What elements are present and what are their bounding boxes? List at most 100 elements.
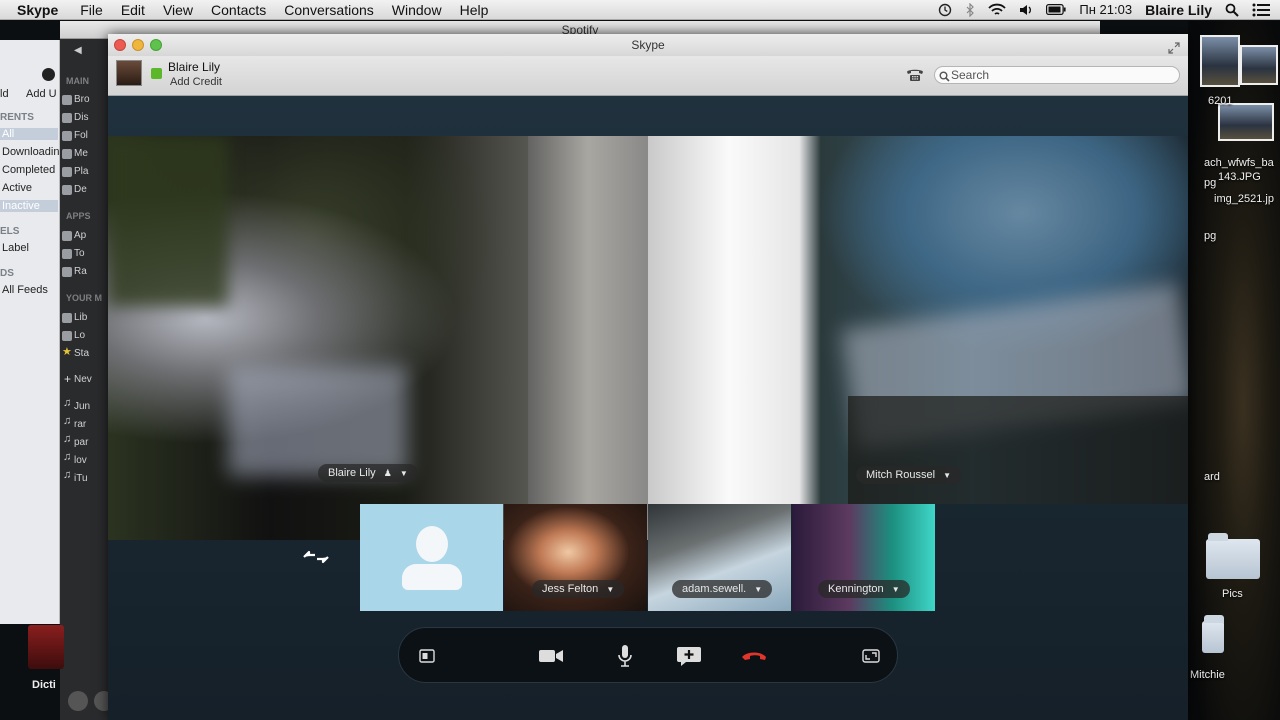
participant-name-tag[interactable]: Mitch Roussel ▼ (856, 466, 962, 484)
skype-window-title: Skype (631, 38, 665, 52)
spotify-nav-item[interactable]: To (74, 248, 85, 259)
spotify-nav-icon (62, 131, 72, 141)
participant-tile-no-video[interactable] (360, 504, 503, 611)
spotify-nav-item[interactable]: Dis (74, 112, 88, 123)
participant-tile-kennington[interactable]: Kennington ▼ (792, 504, 935, 611)
spotify-playlist-item[interactable]: lov (74, 455, 87, 466)
menu-help[interactable]: Help (451, 2, 498, 18)
zoom-window-button[interactable] (150, 39, 162, 51)
add-to-call-button[interactable] (675, 642, 703, 670)
spotlight-search-icon[interactable] (1225, 3, 1239, 17)
dictionary-app[interactable]: Dicti (28, 625, 64, 691)
torrent-feeds-item[interactable]: All Feeds (2, 284, 48, 296)
participant-name: Jess Felton (542, 583, 599, 595)
desktop-folder-icon[interactable] (1206, 533, 1260, 579)
desktop-folder-label[interactable]: Pics (1222, 588, 1243, 600)
microphone-toggle-button[interactable] (611, 642, 639, 670)
participant-name-tag[interactable]: Jess Felton ▼ (532, 580, 625, 598)
torrent-toolbar-item[interactable]: Add U (26, 88, 57, 100)
participant-tile-adam[interactable]: adam.sewell. ▼ (648, 504, 791, 611)
spotify-nav-item[interactable]: Ra (74, 266, 87, 277)
torrent-filter-downloading[interactable]: Downloading (2, 146, 66, 158)
profile-name[interactable]: Blaire Lily (168, 60, 220, 74)
menu-window[interactable]: Window (383, 2, 451, 18)
torrent-filter-active[interactable]: Active (2, 182, 32, 194)
time-machine-icon[interactable] (938, 3, 952, 17)
fullscreen-call-button[interactable] (857, 642, 885, 670)
spotify-section-title: MAIN (66, 76, 89, 86)
fullscreen-icon (862, 649, 880, 663)
participant-name-tag[interactable]: adam.sewell. ▼ (672, 580, 773, 598)
play-icon[interactable] (94, 691, 108, 711)
torrent-section-title: DS (0, 268, 14, 279)
spotify-new-playlist[interactable]: Nev (74, 374, 92, 385)
torrent-window: ld Add U RENTS All Downloading Completed… (0, 40, 66, 624)
spotify-nav-item[interactable]: Fol (74, 130, 88, 141)
dial-pad-phone-icon[interactable] (906, 66, 924, 87)
spotify-nav-item[interactable]: Lib (74, 312, 87, 323)
spotify-nav-item[interactable]: Me (74, 148, 88, 159)
participant-name-tag[interactable]: Kennington ▼ (818, 580, 910, 598)
spotify-nav-item[interactable]: Sta (74, 348, 89, 359)
spotify-nav-item[interactable]: Pla (74, 166, 88, 177)
volume-icon[interactable] (1019, 4, 1033, 16)
spotify-section-title: APPS (66, 211, 91, 221)
notification-center-icon[interactable] (1252, 3, 1270, 17)
video-toggle-button[interactable] (537, 642, 565, 670)
torrent-filter-all[interactable]: All (0, 128, 58, 140)
back-arrow-icon[interactable]: ◀ (74, 45, 82, 56)
battery-icon[interactable] (1046, 4, 1067, 15)
menu-app-name[interactable]: Skype (0, 2, 71, 18)
video-feed-mitch[interactable]: Mitch Roussel ▼ (648, 136, 1188, 504)
spotify-nav-item[interactable]: Bro (74, 94, 90, 105)
participant-name: Mitch Roussel (866, 469, 936, 481)
previous-track-icon[interactable] (68, 691, 88, 711)
desktop-file-thumbnail[interactable] (1240, 45, 1278, 85)
sidebar-toggle-icon (419, 649, 435, 663)
hang-up-icon (742, 652, 766, 660)
online-status-icon[interactable] (151, 68, 162, 79)
menu-contacts[interactable]: Contacts (202, 2, 275, 18)
participant-tile-jess[interactable]: Jess Felton ▼ (504, 504, 647, 611)
spotify-playlist-item[interactable]: rar (74, 419, 86, 430)
avatar[interactable] (116, 60, 142, 86)
spotify-nav-item[interactable]: De (74, 184, 87, 195)
swap-view-icon[interactable] (301, 547, 331, 572)
desktop-folder-icon[interactable] (1202, 615, 1224, 653)
desktop-file-thumbnail[interactable] (1218, 103, 1274, 141)
torrent-filter-completed[interactable]: Completed (2, 164, 55, 176)
end-call-button[interactable] (740, 642, 768, 670)
dictionary-icon[interactable] (28, 625, 64, 669)
clock[interactable]: Пн 21:03 (1079, 2, 1132, 17)
desktop-file-thumbnail[interactable] (1200, 35, 1240, 87)
add-credit-link[interactable]: Add Credit (170, 76, 222, 88)
spotify-playlist-item[interactable]: Jun (74, 401, 90, 412)
spotify-nav-item[interactable]: Ap (74, 230, 86, 241)
spotify-nav-item[interactable]: Lo (74, 330, 85, 341)
spotify-playlist-item[interactable]: iTu (74, 473, 88, 484)
music-note-icon: ♫ (63, 469, 72, 481)
torrent-label-item[interactable]: Label (2, 242, 29, 254)
skype-titlebar[interactable]: Skype (108, 34, 1188, 56)
menu-conversations[interactable]: Conversations (275, 2, 383, 18)
spotify-nav-icon (62, 331, 72, 341)
menu-view[interactable]: View (154, 2, 202, 18)
minimize-window-button[interactable] (132, 39, 144, 51)
video-feed-blaire[interactable]: Blaire Lily ♟ ▼ (108, 136, 648, 540)
bluetooth-icon[interactable] (965, 2, 975, 17)
wifi-icon[interactable] (988, 3, 1007, 16)
torrent-toolbar-item[interactable]: ld (0, 88, 9, 100)
spotify-playlist-item[interactable]: par (74, 437, 88, 448)
close-window-button[interactable] (114, 39, 126, 51)
participant-name-tag[interactable]: Blaire Lily ♟ ▼ (318, 464, 418, 482)
music-note-icon: ♫ (63, 433, 72, 445)
plus-icon[interactable]: + (64, 372, 71, 386)
show-contacts-button[interactable] (413, 642, 441, 670)
add-url-icon[interactable] (42, 68, 55, 81)
torrent-filter-inactive[interactable]: Inactive (0, 200, 58, 212)
menu-edit[interactable]: Edit (112, 2, 154, 18)
desktop-folder-label[interactable]: Mitchie (1190, 669, 1225, 681)
menu-user-name[interactable]: Blaire Lily (1145, 2, 1212, 18)
search-input[interactable]: Search (934, 66, 1180, 84)
menu-file[interactable]: File (71, 2, 112, 18)
